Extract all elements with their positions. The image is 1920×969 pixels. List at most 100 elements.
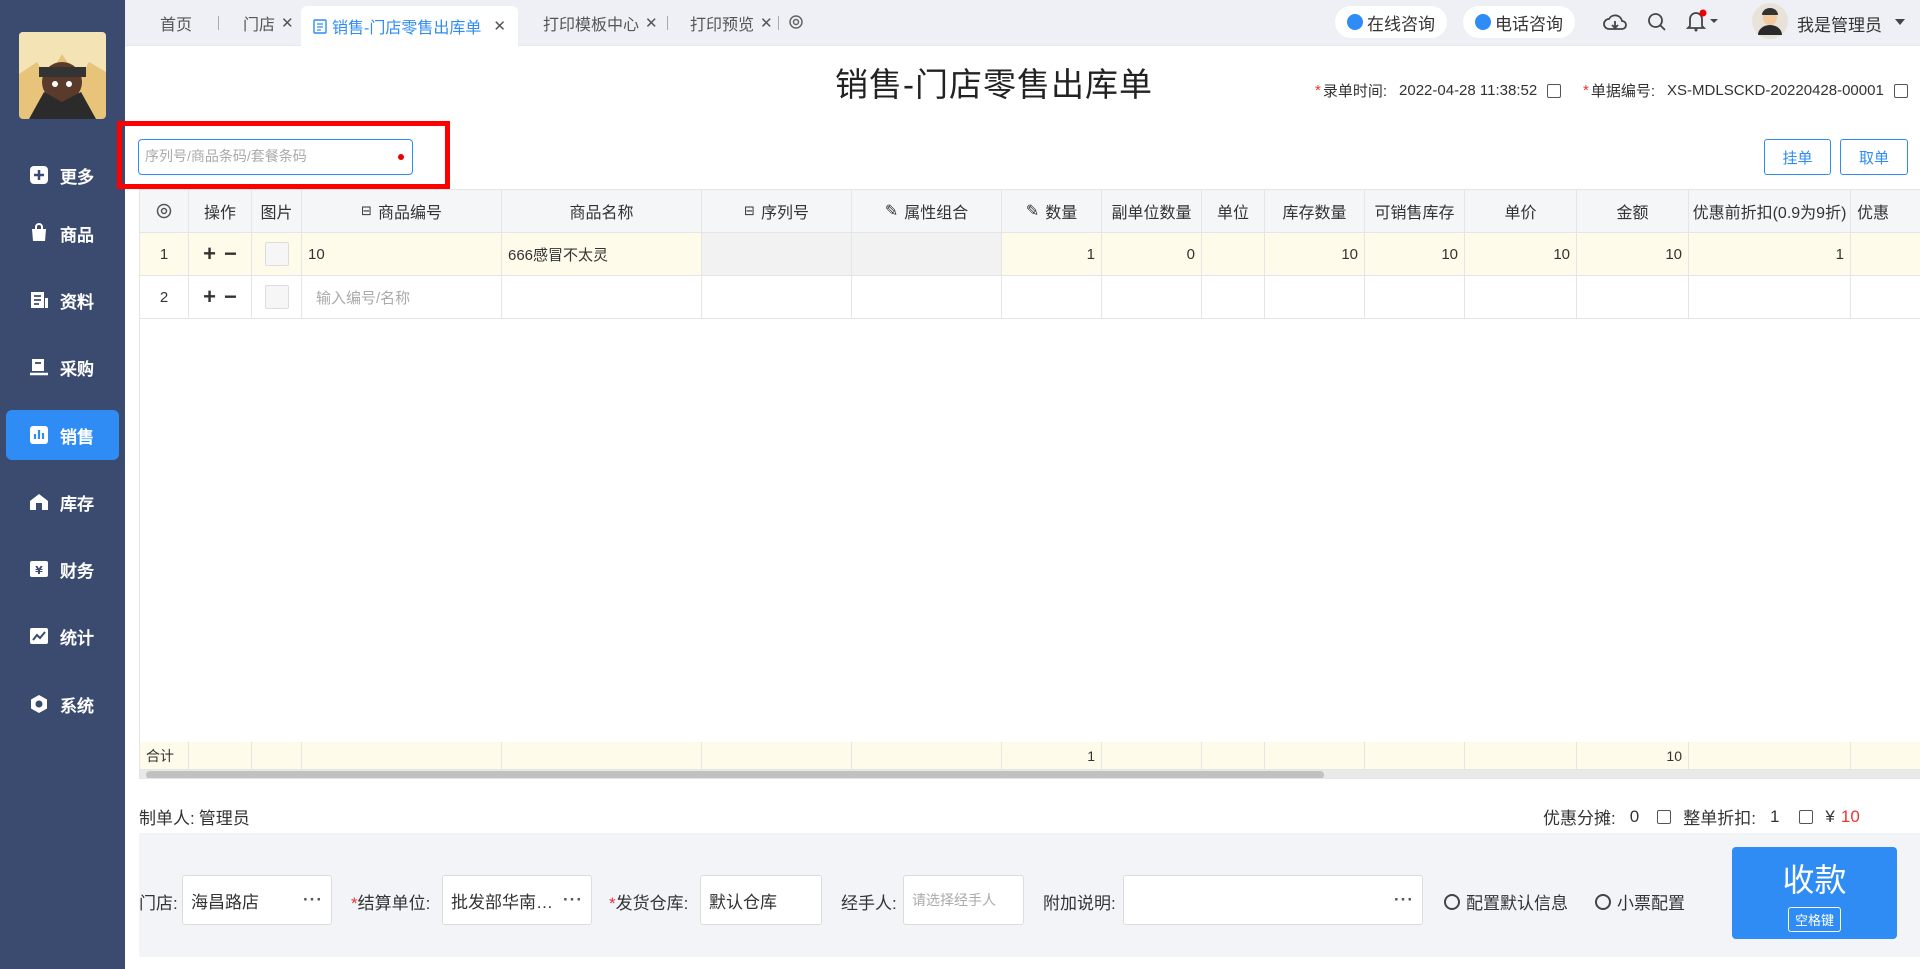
cell-code-input[interactable]: 输入编号/名称 <box>302 276 502 319</box>
row-image[interactable] <box>252 276 302 319</box>
close-icon[interactable]: ✕ <box>645 14 658 32</box>
settle-unit-label-text: 结算单位: <box>357 894 431 913</box>
row-index: 2 <box>140 276 189 319</box>
ticket-config-button[interactable]: 小票配置 <box>1595 889 1685 914</box>
barcode-search-input[interactable] <box>145 140 385 172</box>
header-cell-attr[interactable]: ✎ 属性组合 <box>852 190 1002 233</box>
search-icon[interactable] <box>1647 12 1669 34</box>
cell-price[interactable] <box>1465 276 1577 319</box>
nav-label: 系统 <box>60 696 94 716</box>
tab-retail-outbound[interactable]: 销售-门店零售出库单 ✕ <box>301 6 518 46</box>
tab-print-preview[interactable]: 打印预览 ✕ <box>690 6 773 40</box>
edit-icon[interactable] <box>1799 809 1814 824</box>
code-placeholder: 输入编号/名称 <box>316 289 411 307</box>
tab-home[interactable]: 首页 <box>160 6 192 40</box>
tab-print-template[interactable]: 打印模板中心 ✕ <box>543 6 658 40</box>
scrollbar-thumb[interactable] <box>146 771 1324 778</box>
handler-select[interactable]: 请选择经手人 <box>903 875 1024 925</box>
gear-icon[interactable] <box>787 13 809 35</box>
total-label: 合计 <box>140 742 189 770</box>
store-select[interactable]: 海昌路店 ··· <box>182 875 332 925</box>
nav-finance[interactable]: ¥ 财务 <box>6 544 119 594</box>
nav-data[interactable]: 资料 <box>6 275 119 325</box>
cell-name[interactable]: 666感冒不太灵 <box>502 233 702 276</box>
nav-more[interactable]: 更多 <box>6 150 119 200</box>
cell-unit[interactable] <box>1202 233 1265 276</box>
more-icon[interactable]: ··· <box>1394 890 1414 910</box>
add-row-icon[interactable]: + <box>203 286 216 308</box>
handler-label: 经手人: <box>841 894 897 913</box>
company-logo <box>19 32 106 119</box>
cell-sub-qty[interactable]: 0 <box>1102 233 1202 276</box>
barcode-search-box[interactable] <box>138 139 413 175</box>
more-icon[interactable]: ··· <box>563 890 583 910</box>
nav-label: 商品 <box>60 225 94 245</box>
warehouse-select[interactable]: 默认仓库 <box>700 875 822 925</box>
collect-payment-button[interactable]: 收款 空格键 <box>1732 847 1897 939</box>
hold-order-button[interactable]: 挂单 <box>1764 139 1831 175</box>
retrieve-order-button[interactable]: 取单 <box>1840 139 1908 175</box>
cell-serial[interactable] <box>702 276 852 319</box>
username[interactable]: 我是管理员 <box>1797 11 1882 36</box>
maker-value: 管理员 <box>198 809 250 828</box>
header-cell: 库存数量 <box>1265 190 1365 233</box>
cell-code[interactable]: 10 <box>302 233 502 276</box>
remove-row-icon[interactable]: − <box>224 243 237 265</box>
nav-inventory[interactable]: 库存 <box>6 477 119 527</box>
cell-name[interactable] <box>502 276 702 319</box>
nav-sales[interactable]: 销售 <box>6 410 119 460</box>
discount-share-label: 优惠分摊: <box>1543 809 1616 828</box>
row-image[interactable] <box>252 233 302 276</box>
more-icon[interactable]: ··· <box>303 890 323 910</box>
close-icon[interactable]: ✕ <box>281 14 294 32</box>
close-icon[interactable]: ✕ <box>760 14 773 32</box>
cell-attr[interactable] <box>852 276 1002 319</box>
cloud-download-icon[interactable] <box>1603 12 1627 34</box>
edit-icon[interactable] <box>1893 83 1908 98</box>
chevron-down-icon[interactable] <box>1895 19 1905 25</box>
cell-price[interactable]: 10 <box>1465 233 1577 276</box>
tab-label: 打印预览 <box>690 17 755 34</box>
cell-qty[interactable] <box>1002 276 1102 319</box>
cell-discount[interactable]: 1 <box>1689 233 1851 276</box>
cell-qty[interactable]: 1 <box>1002 233 1102 276</box>
header-cell-code[interactable]: ⊟ 商品编号 <box>302 190 502 233</box>
table-row[interactable]: 2 + − 输入编号/名称 <box>140 276 1920 319</box>
nav-system[interactable]: 系统 <box>6 679 119 729</box>
horizontal-scrollbar[interactable] <box>140 770 1920 778</box>
edit-icon[interactable] <box>1547 83 1562 98</box>
cell-amount[interactable]: 10 <box>1577 233 1689 276</box>
handler-placeholder: 请选择经手人 <box>912 892 996 908</box>
warehouse-label: *发货仓库: <box>609 889 688 914</box>
cell-extra <box>1851 276 1920 319</box>
nav-goods[interactable]: 商品 <box>6 208 119 258</box>
header-cell: 操作 <box>189 190 252 233</box>
cell-serial[interactable] <box>702 233 852 276</box>
avatar[interactable] <box>1752 3 1788 39</box>
nav-statistics[interactable]: 统计 <box>6 611 119 661</box>
warehouse-label-text: 发货仓库: <box>615 894 689 913</box>
nav-purchase[interactable]: 采购 <box>6 342 119 392</box>
cell-discount[interactable] <box>1689 276 1851 319</box>
header-cell-qty[interactable]: ✎ 数量 <box>1002 190 1102 233</box>
edit-icon[interactable] <box>1657 809 1672 824</box>
cell-sub-qty[interactable] <box>1102 276 1202 319</box>
cell-unit[interactable] <box>1202 276 1265 319</box>
bell-icon[interactable] <box>1685 9 1718 32</box>
table-row[interactable]: 1 + − 10 666感冒不太灵 1 0 10 10 10 10 1 <box>140 233 1920 276</box>
close-icon[interactable]: ✕ <box>493 17 506 35</box>
column-settings[interactable] <box>140 190 189 233</box>
config-default-button[interactable]: 配置默认信息 <box>1444 889 1568 914</box>
phone-consult-button[interactable]: 电话咨询 <box>1463 6 1575 38</box>
add-row-icon[interactable]: + <box>203 243 216 265</box>
remove-row-icon[interactable]: − <box>224 286 237 308</box>
cell-amount[interactable] <box>1577 276 1689 319</box>
settle-unit-select[interactable]: 批发部华南… ··· <box>442 875 592 925</box>
note-input[interactable]: ··· <box>1123 875 1423 925</box>
cell-attr[interactable] <box>852 233 1002 276</box>
online-consult-button[interactable]: 在线咨询 <box>1335 6 1447 38</box>
row-actions: + − <box>189 276 252 319</box>
header-cell-serial[interactable]: ⊟ 序列号 <box>702 190 852 233</box>
maker-label: 制单人: <box>139 809 195 828</box>
tab-store[interactable]: 门店 ✕ <box>243 6 294 40</box>
